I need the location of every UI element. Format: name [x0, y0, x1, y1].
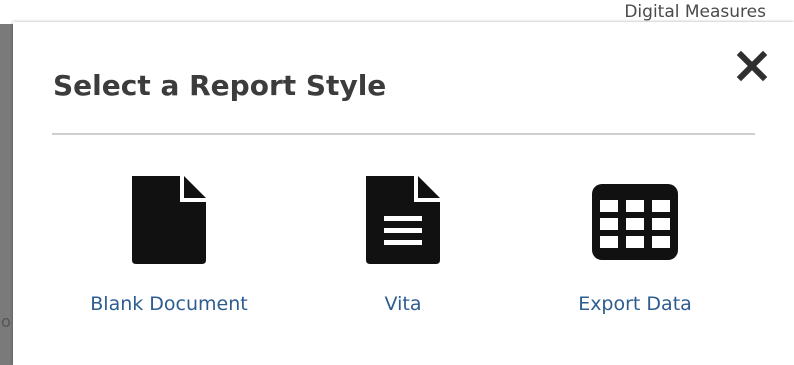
background-header: Digital Measures [0, 0, 794, 24]
title-divider [52, 133, 755, 135]
vita-option[interactable]: Vita [303, 172, 503, 332]
vita-label: Vita [384, 293, 422, 315]
blank-document-icon [132, 176, 206, 264]
table-grid-icon [592, 184, 678, 260]
text-document-icon [366, 176, 440, 264]
background-app-title: Digital Measures [624, 2, 766, 22]
close-x-icon [736, 50, 768, 82]
export-data-option[interactable]: Export Data [535, 172, 735, 332]
dialog-title: Select a Report Style [53, 69, 387, 102]
background-text-fragment: o [1, 312, 11, 331]
export-data-label: Export Data [578, 293, 692, 315]
blank-document-label: Blank Document [90, 293, 248, 315]
close-button[interactable] [735, 49, 769, 83]
report-style-dialog: Select a Report Style Blank Document Vit… [13, 22, 794, 365]
blank-document-option[interactable]: Blank Document [69, 172, 269, 332]
